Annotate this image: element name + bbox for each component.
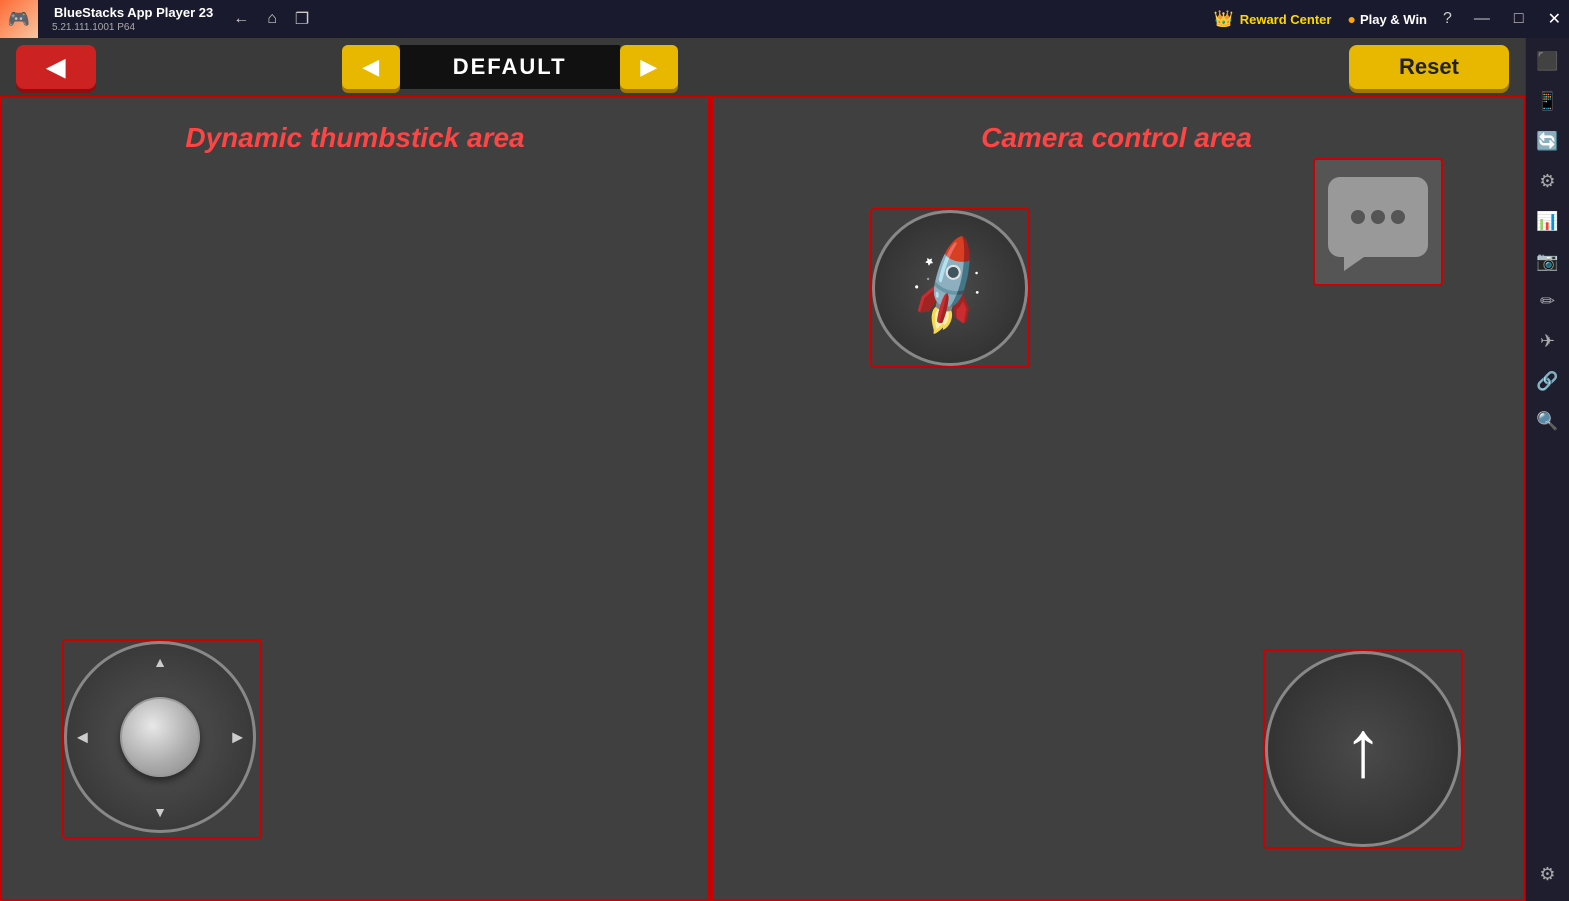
dpad-circle: ▲ ▼ ◀ ▶	[64, 641, 256, 833]
rocket-circle: 🚀	[872, 210, 1028, 366]
profile-prev-button[interactable]: ◀	[342, 45, 400, 89]
chat-dot-3	[1391, 210, 1405, 224]
app-logo: 🎮	[0, 0, 38, 38]
play-win-label: Play & Win	[1360, 12, 1427, 27]
chat-button[interactable]	[1313, 158, 1443, 286]
camera-control-title: Camera control area	[981, 122, 1252, 154]
window-controls: — □ ✕	[1466, 5, 1569, 33]
profile-next-button[interactable]: ▶	[620, 45, 678, 89]
sidebar-icon-6[interactable]: 📷	[1529, 242, 1567, 280]
thumbstick-control[interactable]: ▲ ▼ ◀ ▶	[62, 639, 262, 839]
chat-bubble-icon	[1328, 177, 1428, 267]
nav-back-button[interactable]: ←	[229, 6, 253, 32]
up-arrow-button[interactable]: ↑	[1263, 649, 1463, 849]
sidebar-icon-8[interactable]: ✈	[1529, 322, 1567, 360]
reward-center-button[interactable]: 👑 Reward Center	[1214, 9, 1332, 29]
rocket-button[interactable]: 🚀	[870, 208, 1030, 368]
minimize-button[interactable]: —	[1466, 6, 1498, 32]
chat-bubble-body	[1328, 177, 1428, 257]
app-name: BlueStacks App Player 23	[54, 5, 213, 20]
chat-bubble-tail	[1344, 257, 1364, 271]
nav-copy-button[interactable]: ❐	[291, 5, 313, 33]
dpad-left-arrow: ◀	[77, 729, 88, 746]
profile-name-display: DEFAULT	[400, 45, 620, 89]
dpad-center-knob	[120, 697, 200, 777]
sidebar-icon-7[interactable]: ✏	[1529, 282, 1567, 320]
sidebar-icon-3[interactable]: 🔄	[1529, 122, 1567, 160]
back-button[interactable]: ◀	[16, 45, 96, 89]
rocket-icon: 🚀	[892, 231, 1008, 346]
dpad-down-arrow: ▼	[153, 804, 167, 820]
app-version: 5.21.111.1001 P64	[52, 22, 213, 33]
right-sidebar: ⬛ 📱 🔄 ⚙ 📊 📷 ✏ ✈ 🔗 🔍 ⚙	[1525, 38, 1569, 901]
panel-divider	[710, 96, 713, 901]
game-area: Dynamic thumbstick area ▲ ▼ ◀ ▶ Camera c…	[0, 96, 1525, 901]
dpad-up-arrow: ▲	[153, 654, 167, 670]
chat-dot-1	[1351, 210, 1365, 224]
sidebar-icon-settings[interactable]: ⚙	[1529, 855, 1567, 893]
toolbar: ◀ ◀ DEFAULT ▶ Reset	[0, 38, 1525, 96]
play-win-button[interactable]: ● Play & Win	[1347, 11, 1427, 27]
help-button[interactable]: ?	[1443, 10, 1452, 28]
sidebar-icon-1[interactable]: ⬛	[1529, 42, 1567, 80]
maximize-button[interactable]: □	[1506, 6, 1532, 32]
dynamic-thumbstick-title: Dynamic thumbstick area	[185, 122, 524, 154]
right-panel: Camera control area 🚀	[710, 96, 1525, 901]
sidebar-icon-10[interactable]: 🔍	[1529, 402, 1567, 440]
titlebar: 🎮 BlueStacks App Player 23 5.21.111.1001…	[0, 0, 1569, 38]
up-arrow-icon: ↑	[1343, 709, 1383, 789]
reset-button[interactable]: Reset	[1349, 45, 1509, 89]
sidebar-icon-9[interactable]: 🔗	[1529, 362, 1567, 400]
sidebar-icon-2[interactable]: 📱	[1529, 82, 1567, 120]
chat-dot-2	[1371, 210, 1385, 224]
dpad-right-arrow: ▶	[232, 729, 243, 746]
close-button[interactable]: ✕	[1540, 5, 1569, 33]
reward-center-label: Reward Center	[1240, 12, 1332, 27]
left-panel: Dynamic thumbstick area ▲ ▼ ◀ ▶	[0, 96, 710, 901]
sidebar-icon-5[interactable]: 📊	[1529, 202, 1567, 240]
sidebar-icon-4[interactable]: ⚙	[1529, 162, 1567, 200]
nav-home-button[interactable]: ⌂	[263, 6, 281, 32]
main-content: ◀ ◀ DEFAULT ▶ Reset Dynamic thumbstick a…	[0, 38, 1525, 901]
profile-selector: ◀ DEFAULT ▶	[342, 45, 678, 89]
up-arrow-circle: ↑	[1265, 651, 1461, 847]
titlebar-nav: ← ⌂ ❐	[229, 5, 313, 33]
